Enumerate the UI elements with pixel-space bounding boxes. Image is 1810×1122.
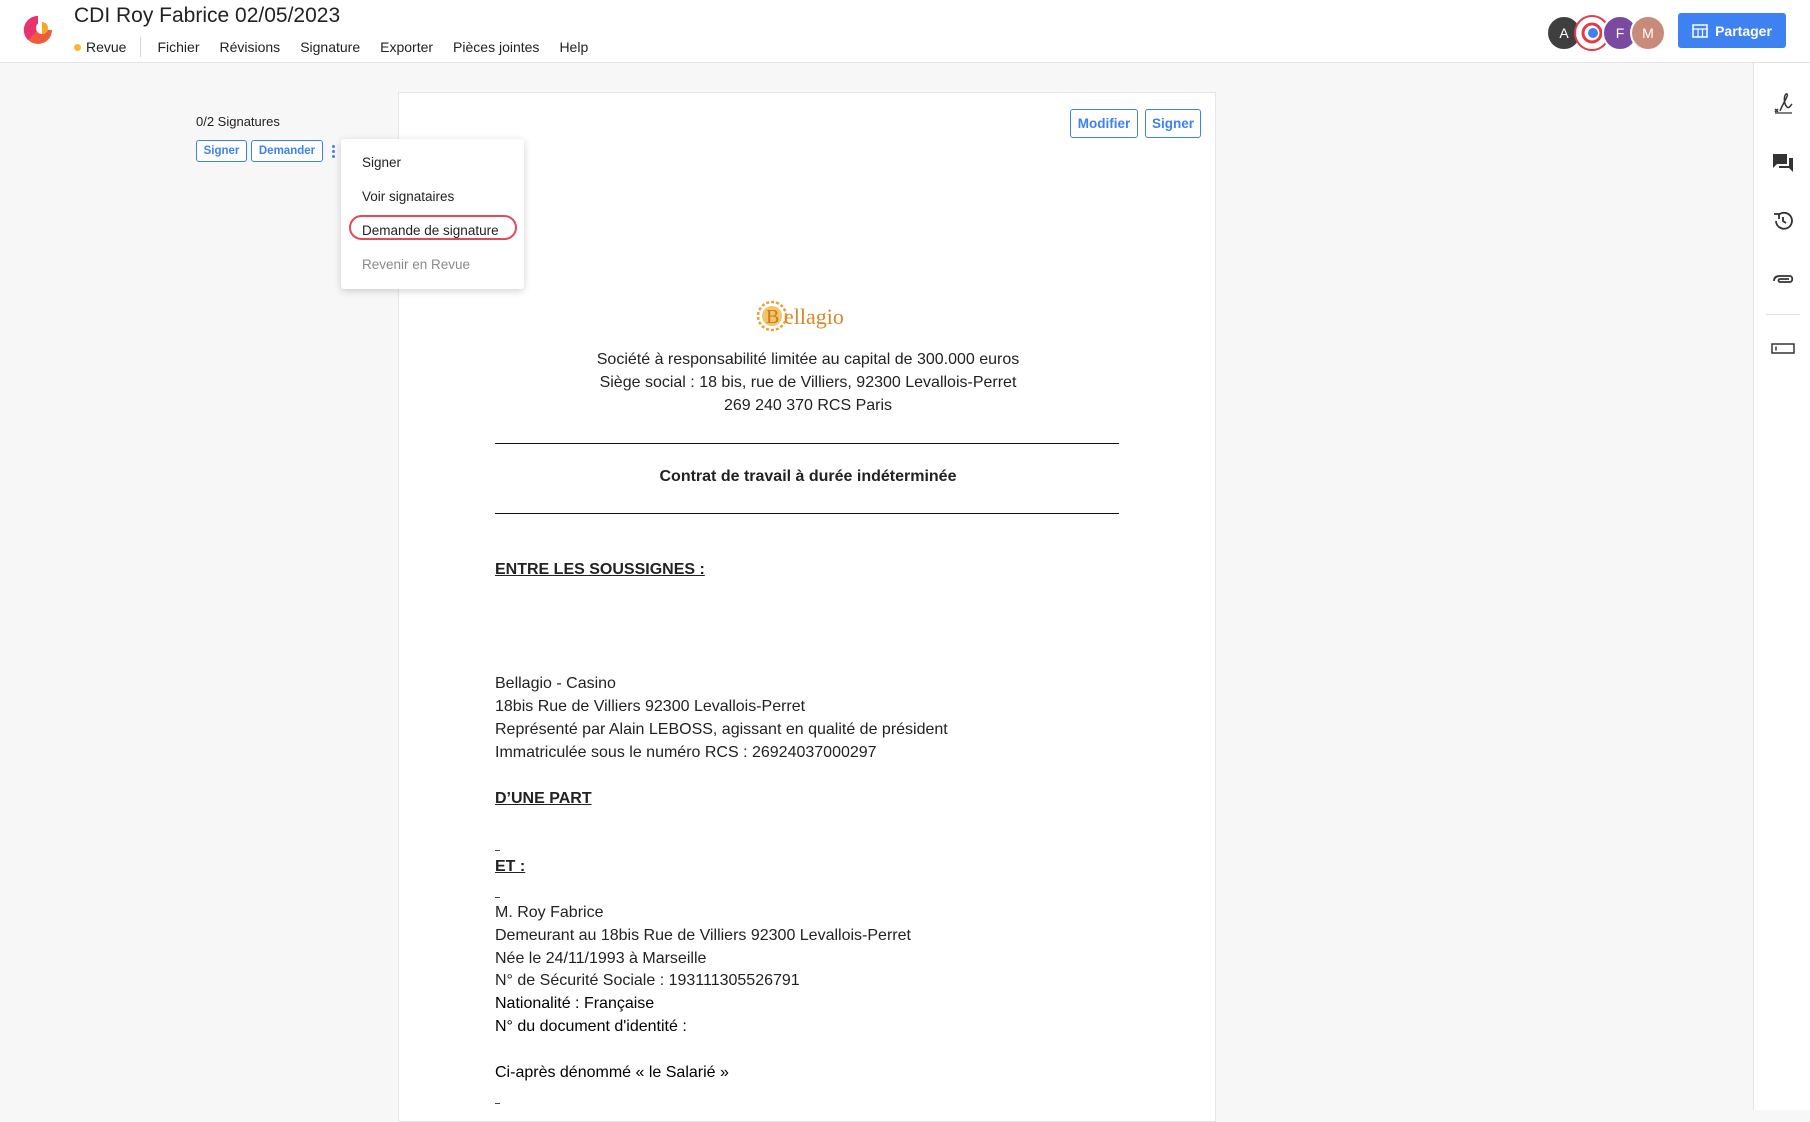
edit-button[interactable]: Modifier xyxy=(1070,109,1138,138)
attachment-icon[interactable] xyxy=(1771,269,1795,293)
menu-item-view-signatories[interactable]: Voir signataires xyxy=(362,189,454,204)
divider-line xyxy=(495,443,1119,444)
app-logo-icon[interactable] xyxy=(20,12,56,48)
status-dot-icon xyxy=(74,43,81,51)
menu-item-request-signature[interactable]: Demande de signature xyxy=(362,223,499,238)
signature-icon[interactable] xyxy=(1771,91,1795,115)
employer-line-4: Immatriculée sous le numéro RCS : 269240… xyxy=(495,744,877,761)
status-label: Revue xyxy=(86,39,127,55)
menu-bar: Revue Fichier Révisions Signature Export… xyxy=(74,37,598,57)
document-title[interactable]: CDI Roy Fabrice 02/05/2023 xyxy=(74,4,340,28)
employer-line-1: Bellagio - Casino xyxy=(495,675,616,692)
request-button[interactable]: Demander xyxy=(251,140,323,162)
employer-line-2: 18bis Rue de Villiers 92300 Levallois-Pe… xyxy=(495,698,806,715)
company-line-1: Société à responsabilité limitée au capi… xyxy=(596,351,1020,368)
menu-exporter[interactable]: Exporter xyxy=(370,39,443,55)
user-logo-icon xyxy=(1581,22,1603,44)
right-sidebar xyxy=(1753,63,1810,1110)
divider-line xyxy=(495,513,1119,514)
employee-line-1: M. Roy Fabrice xyxy=(495,904,604,921)
signature-dropdown-menu: Signer Voir signataires Demande de signa… xyxy=(341,139,524,289)
history-icon[interactable] xyxy=(1771,209,1795,233)
menu-item-back-to-review: Revenir en Revue xyxy=(362,257,471,272)
menu-pieces-jointes[interactable]: Pièces jointes xyxy=(443,39,549,55)
comments-icon[interactable] xyxy=(1771,151,1795,175)
employee-line-2: Demeurant au 18bis Rue de Villiers 92300… xyxy=(495,927,911,944)
more-options-icon[interactable] xyxy=(325,141,341,161)
hereinafter-line: Ci-après dénommé « le Salarié » xyxy=(495,1064,729,1081)
bellagio-logo: B ellagio xyxy=(756,300,844,332)
menu-item-sign[interactable]: Signer xyxy=(362,155,401,170)
menu-help[interactable]: Help xyxy=(549,39,598,55)
share-button[interactable]: Partager xyxy=(1678,13,1786,48)
employer-line-3: Représenté par Alain LEBOSS, agissant en… xyxy=(495,721,948,738)
svg-text:B: B xyxy=(766,306,779,328)
status-badge[interactable]: Revue xyxy=(74,37,142,57)
employee-line-3: Née le 24/11/1993 à Marseille xyxy=(495,950,707,967)
text-marker xyxy=(495,1103,500,1104)
menu-signature[interactable]: Signature xyxy=(290,39,370,55)
share-label: Partager xyxy=(1715,22,1772,39)
employee-line-4: N° de Sécurité Sociale : 193111305526791 xyxy=(495,972,800,989)
field-icon[interactable] xyxy=(1771,336,1795,360)
between-heading: ENTRE LES SOUSSIGNES : xyxy=(495,561,705,578)
document-sign-button[interactable]: Signer xyxy=(1145,109,1201,138)
company-line-2: Siège social : 18 bis, rue de Villiers, … xyxy=(599,374,1017,391)
rail-divider xyxy=(1766,314,1800,315)
employee-line-5: Nationalité : Française xyxy=(495,995,655,1012)
sign-button[interactable]: Signer xyxy=(196,140,247,162)
text-marker xyxy=(495,897,500,898)
employee-line-6: N° du document d'identité : xyxy=(495,1018,687,1035)
svg-text:ellagio: ellagio xyxy=(784,304,844,329)
part-one-heading: D’UNE PART xyxy=(495,790,592,807)
building-icon xyxy=(1692,23,1708,38)
signature-count: 0/2 Signatures xyxy=(196,114,280,129)
text-marker xyxy=(495,850,500,851)
company-line-3: 269 240 370 RCS Paris xyxy=(723,397,893,414)
avatar-m[interactable]: M xyxy=(1630,15,1666,51)
contract-title: Contrat de travail à durée indéterminée xyxy=(659,468,957,485)
top-header: CDI Roy Fabrice 02/05/2023 Revue Fichier… xyxy=(0,0,1810,63)
menu-fichier[interactable]: Fichier xyxy=(141,39,209,55)
menu-revisions[interactable]: Révisions xyxy=(209,39,290,55)
and-heading: ET : xyxy=(495,858,526,875)
